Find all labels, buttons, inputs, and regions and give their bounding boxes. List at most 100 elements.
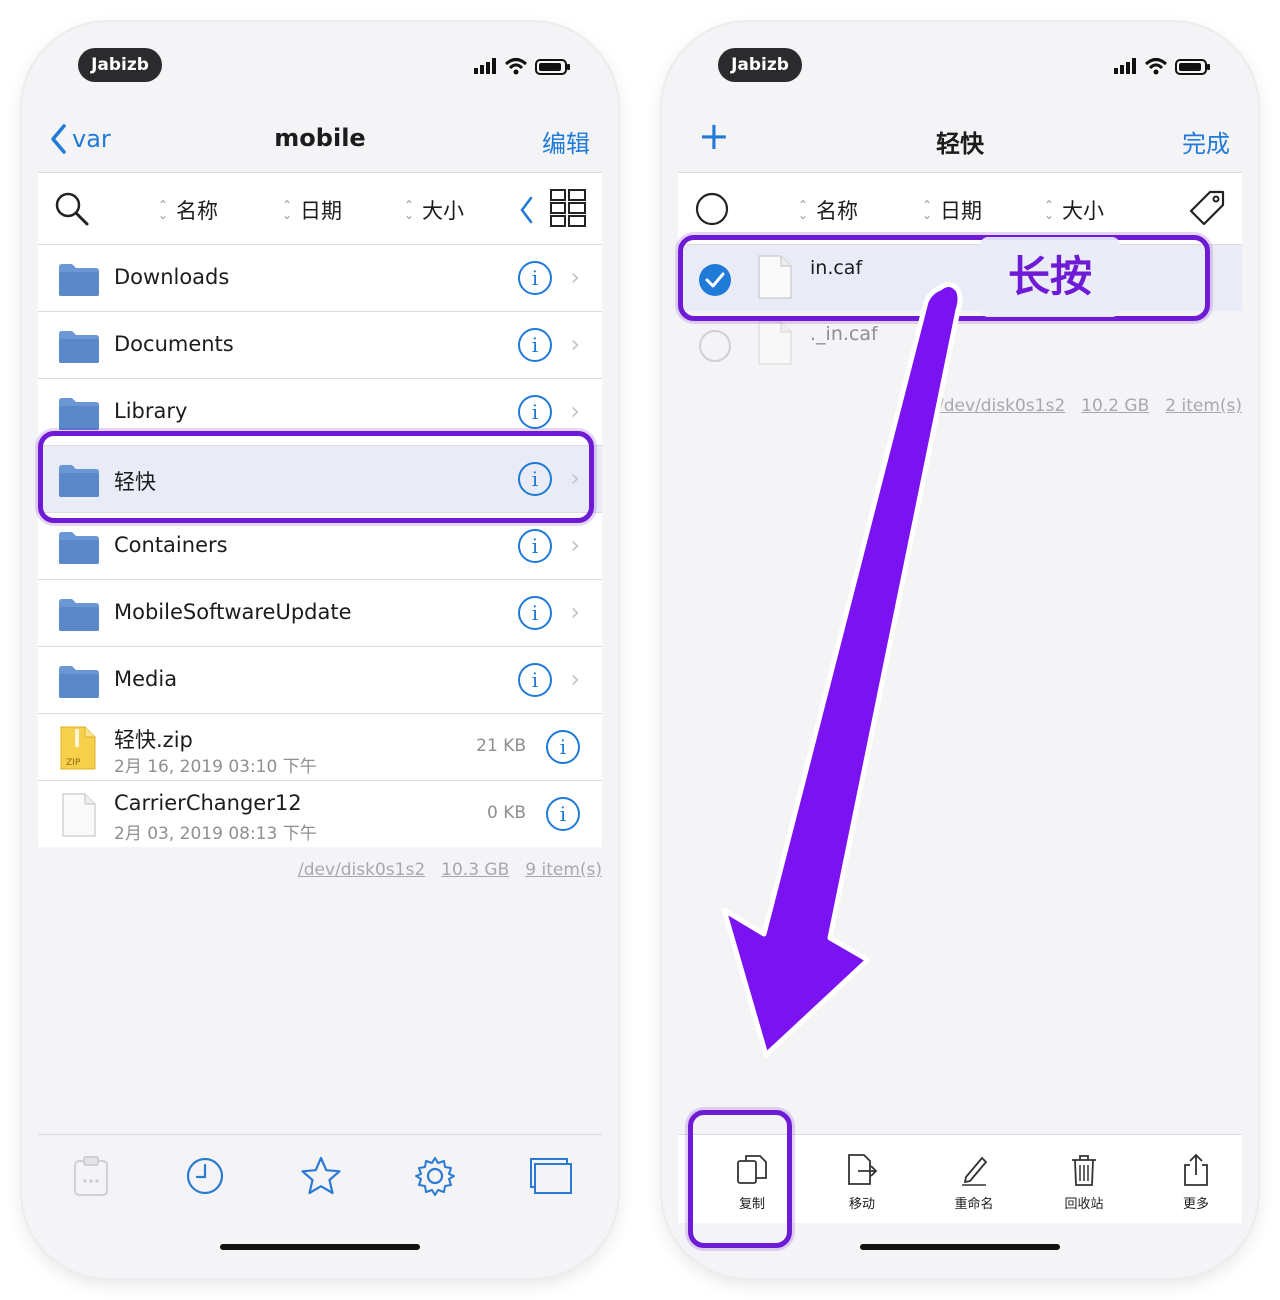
chevron-right-icon: › — [570, 397, 580, 425]
folder-name: Downloads — [114, 265, 230, 289]
folder-row-media[interactable]: Media i › — [38, 646, 602, 713]
info-icon[interactable]: i — [518, 596, 552, 630]
folder-icon — [59, 398, 99, 430]
sort-by-date[interactable]: ⌃ ⌄ 日期 — [922, 195, 982, 225]
sort-by-name[interactable]: ⌃ ⌄ 名称 — [798, 195, 858, 225]
carrier-label: Jabizb — [718, 48, 802, 82]
capacity-link[interactable]: 10.2 GB — [1081, 396, 1149, 416]
file-list: Downloads i › Documents i › Library i › … — [38, 244, 602, 847]
action-label: 更多 — [1182, 1197, 1209, 1212]
chevron-right-icon: › — [570, 665, 580, 693]
zip-file-icon: ZIP — [60, 726, 96, 770]
folder-row-documents[interactable]: Documents i › — [38, 311, 602, 378]
folder-icon — [59, 532, 99, 564]
folder-name: Media — [114, 667, 178, 691]
sort-by-date[interactable]: ⌃ ⌄ 日期 — [282, 195, 342, 225]
clipboard-icon — [74, 1156, 108, 1196]
sort-name-label: 名称 — [176, 199, 218, 223]
page-title: mobile — [274, 124, 366, 152]
chevron-right-icon: › — [570, 531, 580, 559]
sort-arrows-icon: ⌃ ⌄ — [1044, 198, 1055, 222]
sort-arrows-icon: ⌃ ⌄ — [798, 198, 809, 222]
status-icons — [474, 56, 574, 80]
file-name: 轻快.zip — [114, 728, 193, 752]
grid-view-icon[interactable] — [550, 189, 586, 227]
info-icon[interactable]: i — [518, 261, 552, 295]
sort-size-label: 大小 — [422, 199, 464, 223]
move-action[interactable]: 移动 — [832, 1153, 892, 1212]
clipboard-tab[interactable] — [68, 1153, 114, 1199]
folder-name: Library — [114, 399, 188, 423]
chevron-left-icon[interactable] — [518, 195, 534, 225]
folder-icon — [59, 331, 99, 363]
item-count-link[interactable]: 9 item(s) — [525, 860, 602, 880]
disk-link[interactable]: /dev/disk0s1s2 — [298, 860, 425, 880]
file-date: 2月 03, 2019 08:13 下午 — [114, 824, 317, 844]
file-row-zip[interactable]: ZIP 轻快.zip 2月 16, 2019 03:10 下午 21 KB i — [38, 713, 602, 780]
favorites-tab[interactable] — [298, 1153, 344, 1199]
arrow-annotation-icon — [721, 282, 963, 1058]
action-label: 重命名 — [954, 1197, 994, 1212]
move-icon — [848, 1154, 878, 1185]
action-label: 回收站 — [1064, 1197, 1104, 1212]
sort-name-label: 名称 — [816, 199, 858, 223]
trash-action[interactable]: 回收站 — [1054, 1153, 1114, 1212]
folder-name: Documents — [114, 332, 234, 356]
sort-by-size[interactable]: ⌃ ⌄ 大小 — [404, 195, 464, 225]
recents-tab[interactable] — [182, 1153, 228, 1199]
sort-arrows-icon: ⌃ ⌄ — [282, 198, 293, 222]
sort-by-name[interactable]: ⌃ ⌄ 名称 — [158, 195, 218, 225]
signal-wifi-battery-icon — [1114, 58, 1210, 75]
item-count-link[interactable]: 2 item(s) — [1165, 396, 1242, 416]
clock-icon — [186, 1157, 224, 1195]
storage-footer: /dev/disk0s1s2 10.3 GB 9 item(s) — [298, 860, 602, 880]
sort-by-size[interactable]: ⌃ ⌄ 大小 — [1044, 195, 1104, 225]
info-icon[interactable]: i — [518, 529, 552, 563]
info-icon[interactable]: i — [546, 730, 580, 764]
done-button[interactable]: 完成 — [1182, 124, 1230, 159]
home-indicator — [860, 1244, 1060, 1250]
folder-icon — [59, 264, 99, 296]
sort-date-label: 日期 — [940, 199, 982, 223]
search-icon[interactable] — [54, 191, 90, 227]
sort-arrows-icon: ⌃ ⌄ — [404, 198, 415, 222]
edit-button[interactable]: 编辑 — [542, 124, 590, 159]
highlight-box-qingkuai — [38, 431, 594, 523]
more-action[interactable]: 更多 — [1166, 1153, 1226, 1212]
windows-tab[interactable] — [528, 1153, 574, 1199]
rename-action[interactable]: 重命名 — [944, 1153, 1004, 1212]
info-icon[interactable]: i — [518, 328, 552, 362]
settings-tab[interactable] — [412, 1153, 458, 1199]
share-icon — [1184, 1153, 1208, 1186]
home-indicator — [220, 1244, 420, 1250]
navigation-bar: + 轻快 完成 — [678, 112, 1242, 172]
file-size: 21 KB — [476, 736, 526, 756]
chevron-right-icon: › — [570, 263, 580, 291]
sort-toolbar: ⌃ ⌄ 名称 ⌃ ⌄ 日期 ⌃ ⌄ 大小 — [38, 172, 602, 245]
gear-icon — [415, 1157, 455, 1196]
file-row-carrierchanger[interactable]: CarrierChanger12 2月 03, 2019 08:13 下午 0 … — [38, 780, 602, 847]
sort-date-label: 日期 — [300, 199, 342, 223]
document-icon — [62, 793, 96, 837]
folder-icon — [59, 666, 99, 698]
folder-row-downloads[interactable]: Downloads i › — [38, 244, 602, 311]
sort-size-label: 大小 — [1062, 199, 1104, 223]
folder-icon — [59, 599, 99, 631]
capacity-link[interactable]: 10.3 GB — [441, 860, 509, 880]
select-all-circle-icon[interactable] — [694, 191, 730, 227]
carrier-label: Jabizb — [78, 48, 162, 82]
file-name: CarrierChanger12 — [114, 791, 302, 815]
phone-left: Jabizb var mobile 编辑 ⌃ ⌄ 名称 ⌃ ⌄ 日期 ⌃ ⌄ 大… — [22, 22, 618, 1278]
star-icon — [301, 1156, 341, 1195]
sort-arrows-icon: ⌃ ⌄ — [922, 198, 933, 222]
info-icon[interactable]: i — [546, 797, 580, 831]
chevron-right-icon: › — [570, 330, 580, 358]
folder-name: Containers — [114, 533, 228, 557]
info-icon[interactable]: i — [518, 663, 552, 697]
folder-row-mobilesoftwareupdate[interactable]: MobileSoftwareUpdate i › — [38, 579, 602, 646]
tag-icon[interactable] — [1188, 189, 1226, 227]
info-icon[interactable]: i — [518, 395, 552, 429]
rename-icon — [962, 1156, 988, 1186]
file-date: 2月 16, 2019 03:10 下午 — [114, 757, 317, 777]
long-press-annotation: 长按 — [980, 237, 1120, 317]
